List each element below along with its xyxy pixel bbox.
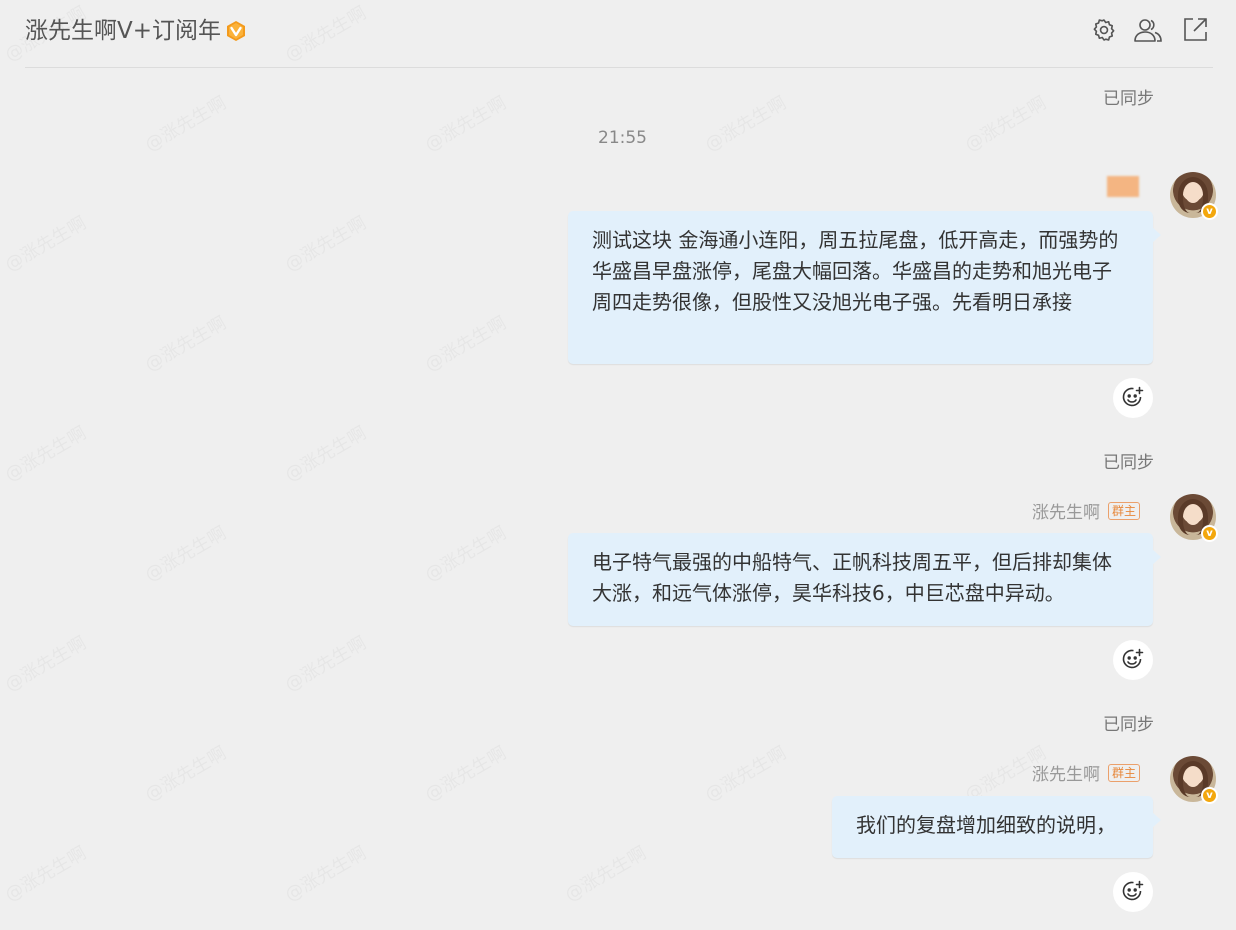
- message-text: 测试这块 金海通小连阳，周五拉尾盘，低开高走，而强势的华盛昌早盘涨停，尾盘大幅回…: [592, 228, 1119, 314]
- settings-icon[interactable]: [1089, 15, 1119, 45]
- watermark: @涨先生啊: [420, 519, 511, 587]
- add-reaction-button[interactable]: [1113, 378, 1153, 418]
- watermark: @涨先生啊: [0, 419, 90, 487]
- chat-title: 涨先生啊V+订阅年: [25, 16, 247, 46]
- message-text: 我们的复盘增加细致的说明，: [856, 813, 1116, 837]
- open-external-icon[interactable]: [1180, 15, 1210, 45]
- verified-badge-icon: v: [1201, 203, 1218, 220]
- sync-status: 已同步: [1103, 453, 1154, 473]
- sync-status: 已同步: [1103, 89, 1154, 109]
- watermark: @涨先生啊: [140, 519, 231, 587]
- watermark: @涨先生啊: [560, 839, 651, 907]
- sync-status: 已同步: [1103, 715, 1154, 735]
- sender-line: 涨先生啊 群主: [1032, 498, 1140, 523]
- smiley-plus-icon: [1122, 386, 1144, 407]
- message-bubble[interactable]: 测试这块 金海通小连阳，周五拉尾盘，低开高走，而强势的华盛昌早盘涨停，尾盘大幅回…: [568, 211, 1161, 364]
- message-bubble[interactable]: 电子特气最强的中船特气、正帆科技周五平，但后排却集体大涨，和远气体涨停，昊华科技…: [568, 533, 1161, 626]
- watermark: @涨先生啊: [140, 309, 231, 377]
- watermark: @涨先生啊: [280, 419, 371, 487]
- role-badge: 群主: [1107, 763, 1140, 782]
- verified-badge-icon: v: [1201, 787, 1218, 804]
- watermark: @涨先生啊: [700, 739, 791, 807]
- avatar[interactable]: v: [1170, 756, 1218, 804]
- smiley-plus-icon: [1122, 648, 1144, 669]
- message-bubble[interactable]: 我们的复盘增加细致的说明，: [832, 796, 1161, 858]
- watermark: @涨先生啊: [420, 89, 511, 157]
- watermark: @涨先生啊: [700, 89, 791, 157]
- watermark: @涨先生啊: [280, 839, 371, 907]
- message-text: 电子特气最强的中船特气、正帆科技周五平，但后排却集体大涨，和远气体涨停，昊华科技…: [592, 550, 1112, 605]
- watermark: @涨先生啊: [0, 839, 90, 907]
- watermark: @涨先生啊: [280, 209, 371, 277]
- members-icon[interactable]: [1133, 15, 1163, 45]
- watermark: @涨先生啊: [0, 209, 90, 277]
- watermark: @涨先生啊: [420, 739, 511, 807]
- role-badge: 群主: [1107, 501, 1140, 520]
- watermark: @涨先生啊: [0, 629, 90, 697]
- chat-title-text: 涨先生啊V+订阅年: [25, 18, 222, 44]
- verified-badge-icon: v: [1201, 525, 1218, 542]
- sender-name[interactable]: 涨先生啊: [1032, 760, 1100, 785]
- message-timestamp: 21:55: [598, 128, 647, 148]
- smiley-plus-icon: [1122, 880, 1144, 901]
- avatar[interactable]: v: [1170, 172, 1218, 220]
- watermark: @涨先生啊: [960, 89, 1051, 157]
- watermark: @涨先生啊: [140, 89, 231, 157]
- add-reaction-button[interactable]: [1113, 640, 1153, 680]
- sender-name[interactable]: 涨先生啊: [1032, 498, 1100, 523]
- add-reaction-button[interactable]: [1113, 872, 1153, 912]
- watermark: @涨先生啊: [280, 629, 371, 697]
- v-badge-icon: [225, 20, 247, 42]
- watermark: @涨先生啊: [420, 309, 511, 377]
- chat-header: 涨先生啊V+订阅年: [25, 0, 1213, 68]
- sender-line: 涨先生啊 群主: [1032, 760, 1140, 785]
- avatar[interactable]: v: [1170, 494, 1218, 542]
- watermark: @涨先生啊: [140, 739, 231, 807]
- sender-name-redacted: [1107, 176, 1139, 197]
